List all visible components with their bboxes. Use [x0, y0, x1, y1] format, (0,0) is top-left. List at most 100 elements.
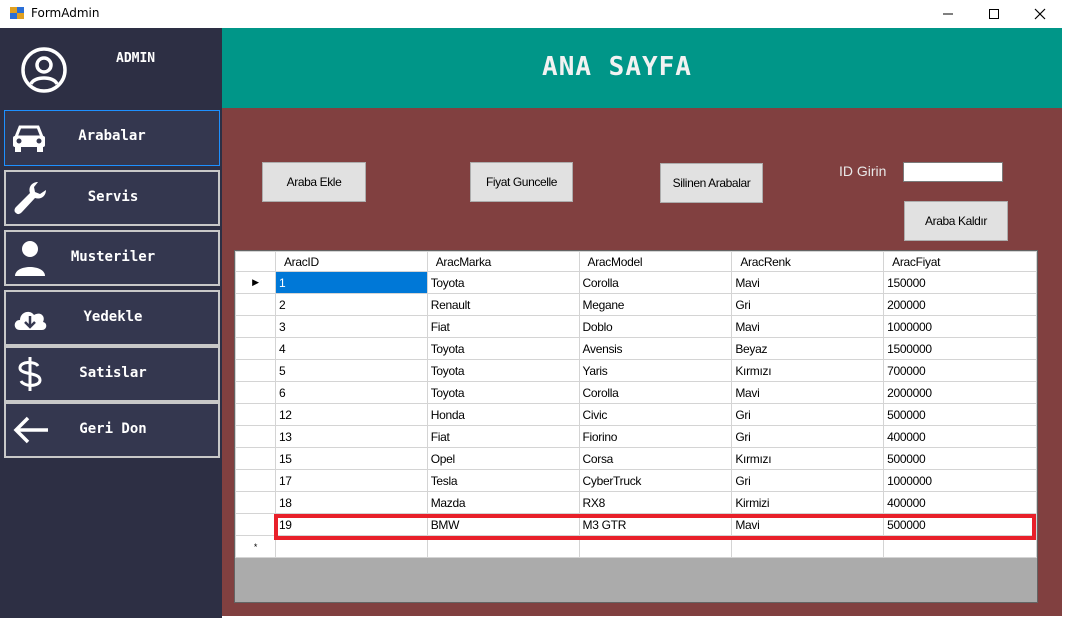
table-cell[interactable]: Mavi	[731, 513, 885, 536]
nav-arabalar-button[interactable]: Arabalar	[4, 110, 220, 166]
table-cell[interactable]: Renault	[426, 293, 580, 316]
table-cell[interactable]: 19	[274, 513, 428, 536]
table-cell[interactable]: Corsa	[578, 447, 733, 470]
table-cell[interactable]: 6	[274, 381, 428, 404]
column-header[interactable]: AracRenk	[731, 251, 885, 272]
table-row[interactable]: 12 Honda Civic Gri 500000	[235, 403, 1037, 426]
table-cell[interactable]: Gri	[731, 403, 885, 426]
id-input[interactable]	[903, 162, 1003, 182]
row-header-cell[interactable]	[235, 447, 276, 470]
table-cell[interactable]: Kırmızı	[731, 359, 885, 382]
table-cell[interactable]: M3 GTR	[578, 513, 733, 536]
table-cell[interactable]: Fiorino	[578, 425, 733, 448]
table-row[interactable]: 5 Toyota Yaris Kırmızı 700000	[235, 359, 1037, 382]
table-cell[interactable]: CyberTruck	[578, 469, 733, 492]
table-cell[interactable]: RX8	[578, 491, 733, 514]
table-cell[interactable]: Gri	[731, 293, 885, 316]
table-cell[interactable]: 17	[274, 469, 428, 492]
table-cell[interactable]: Civic	[578, 403, 733, 426]
table-cell[interactable]: 1000000	[883, 469, 1037, 492]
cars-data-grid[interactable]: AracID AracMarka AracModel AracRenk Arac…	[234, 250, 1038, 603]
row-header-cell[interactable]	[235, 425, 276, 448]
table-cell[interactable]: Mazda	[426, 491, 580, 514]
row-header-cell[interactable]	[235, 315, 276, 338]
add-car-button[interactable]: Araba Ekle	[262, 162, 366, 202]
row-header-cell[interactable]	[235, 381, 276, 404]
table-cell[interactable]: 18	[274, 491, 428, 514]
row-header-cell[interactable]	[235, 293, 276, 316]
nav-satislar-button[interactable]: Satislar	[4, 346, 220, 402]
table-cell[interactable]: Kirmizi	[731, 491, 885, 514]
table-cell[interactable]: 4	[274, 337, 428, 360]
close-button[interactable]	[1017, 0, 1063, 28]
table-cell[interactable]: Kırmızı	[731, 447, 885, 470]
table-cell[interactable]: Corolla	[578, 381, 733, 404]
table-row[interactable]: 2 Renault Megane Gri 200000	[235, 293, 1037, 316]
nav-geri-don-button[interactable]: Geri Don	[4, 402, 220, 458]
table-cell[interactable]	[578, 535, 733, 558]
nav-musteriler-button[interactable]: Musteriler	[4, 230, 220, 286]
column-header[interactable]: AracFiyat	[883, 251, 1037, 272]
table-cell[interactable]: 500000	[883, 403, 1037, 426]
minimize-button[interactable]	[925, 0, 971, 28]
table-cell[interactable]: Toyota	[426, 271, 580, 294]
row-header-cell[interactable]	[235, 491, 276, 514]
table-row[interactable]: 18 Mazda RX8 Kirmizi 400000	[235, 491, 1037, 514]
column-header[interactable]: AracModel	[578, 251, 733, 272]
nav-servis-button[interactable]: Servis	[4, 170, 220, 226]
table-cell[interactable]: 2000000	[883, 381, 1037, 404]
table-cell[interactable]: 150000	[883, 271, 1037, 294]
table-cell[interactable]: 15	[274, 447, 428, 470]
table-row[interactable]: 13 Fiat Fiorino Gri 400000	[235, 425, 1037, 448]
table-cell[interactable]: 13	[274, 425, 428, 448]
table-cell[interactable]: Beyaz	[731, 337, 885, 360]
table-cell[interactable]: Toyota	[426, 337, 580, 360]
update-price-button[interactable]: Fiyat Guncelle	[470, 162, 573, 202]
column-header[interactable]: AracID	[274, 251, 428, 272]
table-cell[interactable]: 200000	[883, 293, 1037, 316]
table-cell[interactable]: Megane	[578, 293, 733, 316]
table-cell[interactable]: Mavi	[731, 381, 885, 404]
table-cell[interactable]: Gri	[731, 425, 885, 448]
table-cell[interactable]: BMW	[426, 513, 580, 536]
row-header-cell[interactable]	[235, 513, 276, 536]
table-cell[interactable]: 500000	[883, 513, 1037, 536]
table-cell[interactable]: Fiat	[426, 425, 580, 448]
table-cell[interactable]: 12	[274, 403, 428, 426]
table-cell[interactable]	[731, 535, 885, 558]
table-cell[interactable]: Gri	[731, 469, 885, 492]
table-cell[interactable]: Avensis	[578, 337, 733, 360]
table-cell[interactable]: Honda	[426, 403, 580, 426]
table-cell[interactable]: Mavi	[731, 271, 885, 294]
table-row[interactable]: 4 Toyota Avensis Beyaz 1500000	[235, 337, 1037, 360]
table-cell[interactable]: 400000	[883, 425, 1037, 448]
table-cell[interactable]: Mavi	[731, 315, 885, 338]
table-cell[interactable]	[274, 535, 428, 558]
table-cell[interactable]: 1000000	[883, 315, 1037, 338]
table-cell[interactable]: Yaris	[578, 359, 733, 382]
new-row[interactable]: *	[235, 535, 1037, 558]
table-cell[interactable]: Toyota	[426, 381, 580, 404]
maximize-button[interactable]	[971, 0, 1017, 28]
table-cell[interactable]: 1500000	[883, 337, 1037, 360]
row-header-cell[interactable]	[235, 469, 276, 492]
table-cell[interactable]: Doblo	[578, 315, 733, 338]
table-cell[interactable]: 3	[274, 315, 428, 338]
row-header-cell[interactable]	[235, 359, 276, 382]
row-header-cell[interactable]	[235, 337, 276, 360]
table-cell[interactable]: 1	[274, 271, 428, 294]
table-cell[interactable]: Corolla	[578, 271, 733, 294]
table-cell[interactable]: Opel	[426, 447, 580, 470]
table-cell[interactable]: 2	[274, 293, 428, 316]
column-header[interactable]: AracMarka	[426, 251, 580, 272]
table-row[interactable]: ▶ 1 Toyota Corolla Mavi 150000	[235, 271, 1037, 294]
table-row[interactable]: 15 Opel Corsa Kırmızı 500000	[235, 447, 1037, 470]
new-row-marker[interactable]: *	[235, 535, 276, 558]
table-row[interactable]: 3 Fiat Doblo Mavi 1000000	[235, 315, 1037, 338]
table-cell[interactable]: 500000	[883, 447, 1037, 470]
table-cell[interactable]: Tesla	[426, 469, 580, 492]
table-cell[interactable]: Fiat	[426, 315, 580, 338]
table-row[interactable]: 19 BMW M3 GTR Mavi 500000	[235, 513, 1037, 536]
table-row[interactable]: 17 Tesla CyberTruck Gri 1000000	[235, 469, 1037, 492]
table-cell[interactable]: Toyota	[426, 359, 580, 382]
